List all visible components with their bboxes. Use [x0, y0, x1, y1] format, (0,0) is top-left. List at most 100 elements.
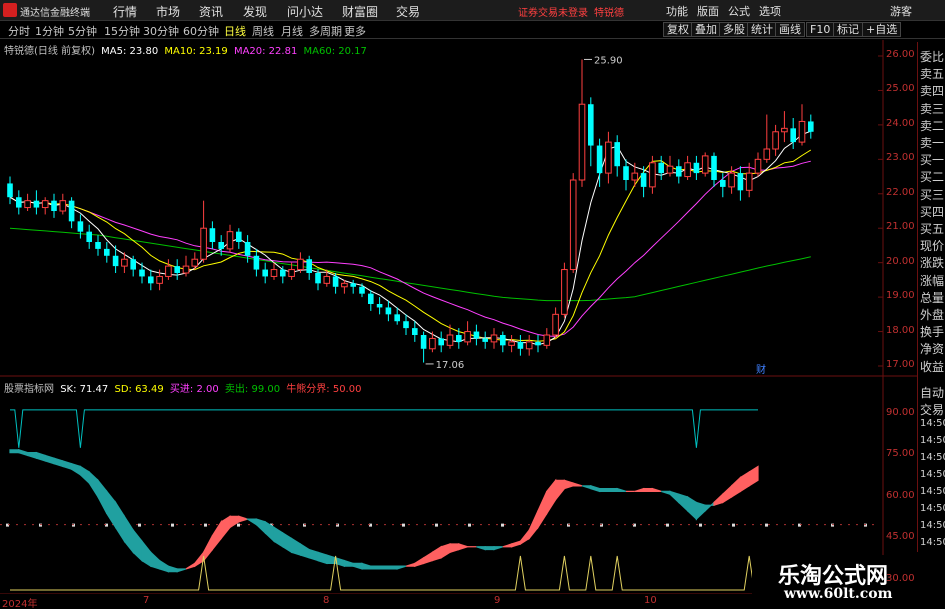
sk-sd-ribbon	[414, 556, 425, 567]
indicator-axis-label: 60.00	[886, 489, 915, 501]
candle-body-up	[464, 331, 471, 343]
sk-sd-ribbon	[220, 515, 231, 541]
bull-bear-dot	[468, 523, 471, 527]
candle-body-up	[728, 172, 735, 188]
candle-body-up	[649, 162, 656, 188]
quote-field-label: 买四	[920, 204, 945, 219]
quote-field-label: 卖三	[920, 101, 945, 116]
quote-field-label: 现价	[920, 239, 945, 254]
sk-sd-ribbon	[352, 562, 363, 570]
candle-body-down	[535, 341, 541, 346]
sk-sd-ribbon	[62, 460, 73, 471]
sk-sd-ribbon	[669, 490, 680, 504]
candle-body-down	[517, 341, 524, 349]
candle-body-down	[658, 162, 664, 174]
sk-sd-ribbon	[167, 565, 178, 573]
sk-sd-ribbon	[70, 462, 82, 476]
candle-body-down	[104, 248, 110, 256]
trade-field-label: 交易	[920, 403, 945, 417]
price-axis-label: 21.00	[886, 221, 915, 233]
sk-sd-ribbon	[27, 452, 38, 459]
candle-body-up	[754, 158, 762, 174]
sk-sd-ribbon	[722, 484, 733, 504]
sk-sd-ribbon	[282, 531, 293, 554]
trade-field-label: 14:50	[920, 452, 945, 463]
sk-sd-ribbon	[678, 493, 689, 513]
candle-body-up	[543, 334, 551, 346]
candle-body-up	[631, 172, 639, 181]
candle-body-down	[596, 145, 603, 174]
sk-sd-ribbon	[590, 485, 601, 493]
time-label: 8	[323, 595, 330, 606]
price-axis-label: 17.00	[886, 359, 915, 370]
bull-bear-value: 牛熊分界: 50.00	[286, 384, 362, 395]
trade-field-label: 自动	[920, 386, 945, 400]
chart-canvas[interactable]: 25.90 17.06 财	[0, 0, 917, 594]
candle-body-up	[182, 265, 190, 274]
sk-sd-ribbon	[405, 562, 416, 567]
candle-body-down	[403, 321, 409, 329]
candle-body-up	[41, 200, 49, 209]
candle-body-up	[578, 103, 586, 181]
candle-body-down	[482, 338, 488, 342]
sk-sd-ribbon	[537, 491, 548, 530]
sk-sd-ribbon	[396, 565, 407, 570]
candle-body-down	[412, 328, 418, 335]
buy-value: 买进: 2.00	[169, 384, 219, 395]
candle-body-down	[368, 293, 374, 304]
candle-body-down	[7, 183, 13, 198]
bull-bear-dot	[501, 523, 504, 527]
sk-sd-ribbon	[484, 546, 495, 551]
price-axis-label: 18.00	[886, 324, 915, 336]
candle-body-down	[332, 276, 339, 287]
indicator-chart	[0, 409, 880, 591]
sk-sd-ribbon	[713, 492, 724, 507]
candle-body-down	[623, 166, 629, 180]
sk-sd-ribbon	[440, 543, 451, 559]
sk-sd-ribbon	[431, 545, 442, 562]
sk-sd-ribbon	[150, 550, 161, 570]
bull-bear-dot	[732, 523, 735, 527]
sk-sd-ribbon	[18, 449, 29, 457]
candle-body-up	[684, 162, 691, 178]
candle-body-up	[490, 334, 498, 343]
sk-sd-ribbon	[686, 495, 698, 521]
candle-body-down	[376, 304, 383, 308]
sd-value: SD: 63.49	[114, 384, 164, 395]
sk-sd-ribbon	[255, 518, 266, 535]
candle-body-down	[588, 104, 594, 146]
candle-body-down	[640, 173, 647, 187]
candle-body-down	[500, 335, 506, 346]
candle-body-down	[385, 307, 392, 315]
sk-sd-ribbon	[88, 470, 99, 499]
sk-sd-ribbon	[53, 457, 64, 468]
bull-bear-dot	[666, 523, 669, 527]
quote-field-label: 总量	[920, 290, 945, 305]
trade-field-label: 14:50	[920, 469, 945, 480]
sk-sd-ribbon	[245, 518, 257, 526]
candle-body-up	[226, 231, 234, 250]
candle-body-up	[666, 165, 674, 174]
sk-sd-ribbon	[379, 565, 389, 570]
candle-body-down	[350, 283, 356, 287]
quote-field-label: 换手	[920, 325, 945, 340]
sell-value: 卖出: 99.00	[224, 384, 281, 395]
quote-field-label: 委比	[920, 50, 945, 64]
bull-bear-dot	[435, 523, 438, 527]
quote-field-label: 外盘	[920, 308, 945, 322]
sk-sd-ribbon	[423, 551, 433, 565]
candle-body-down	[218, 242, 224, 249]
candle-body-down	[676, 166, 682, 177]
candle-body-up	[798, 120, 806, 143]
candle-body-down	[33, 200, 40, 208]
candle-body-down	[790, 128, 796, 143]
sk-sd-ribbon	[387, 565, 398, 570]
sk-sd-ribbon	[616, 487, 627, 492]
sk-sd-ribbon	[361, 562, 372, 570]
price-axis-label: 24.00	[886, 117, 915, 129]
quote-field-label: 卖一	[920, 136, 945, 150]
price-axis-label: 23.00	[886, 152, 915, 164]
sk-sd-ribbon	[502, 543, 513, 548]
sk-sd-ribbon	[44, 454, 55, 465]
candle-body-down	[711, 155, 717, 180]
